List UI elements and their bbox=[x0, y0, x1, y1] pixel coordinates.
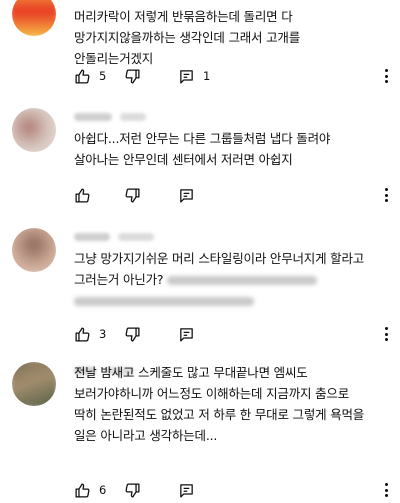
avatar[interactable] bbox=[12, 108, 56, 152]
like-count: 5 bbox=[99, 69, 107, 83]
thumbs-up-icon bbox=[75, 187, 90, 203]
more-vert-icon[interactable] bbox=[378, 68, 394, 84]
thumbs-down-icon bbox=[125, 68, 140, 84]
reply-button[interactable] bbox=[178, 324, 218, 344]
comment-icon bbox=[180, 188, 193, 203]
timestamp-blurred bbox=[120, 113, 146, 121]
reply-button[interactable]: 1 bbox=[178, 66, 218, 86]
thumbs-down-icon bbox=[125, 187, 140, 203]
comment-icon bbox=[180, 327, 193, 342]
comment-actions bbox=[74, 185, 218, 205]
thumbs-up-icon bbox=[75, 482, 90, 498]
like-button[interactable]: 3 bbox=[74, 324, 124, 344]
more-vert-icon[interactable] bbox=[378, 187, 394, 203]
author-name-blurred[interactable] bbox=[74, 233, 110, 241]
comment-icon bbox=[180, 483, 193, 498]
comment-actions: 5 1 bbox=[74, 66, 218, 86]
like-count: 6 bbox=[99, 483, 107, 497]
dislike-button[interactable] bbox=[124, 66, 178, 86]
author-name-blurred[interactable] bbox=[74, 113, 112, 121]
comment-icon bbox=[180, 69, 193, 84]
like-button[interactable] bbox=[74, 185, 124, 205]
comment-3: 그냥 망가지기쉬운 머리 스타일링이라 안무너지게 할라고 그러는거 아닌가? … bbox=[0, 218, 400, 348]
reply-count: 1 bbox=[203, 69, 211, 83]
comment-meta bbox=[74, 112, 146, 122]
comment-text: 머리카락이 저렇게 반묶음하는데 돌리면 다 망가지지않을까하는 생각인데 그래… bbox=[74, 9, 301, 66]
thumbs-up-icon bbox=[75, 68, 90, 84]
comment-actions: 3 bbox=[74, 324, 218, 344]
comment-text: 그냥 망가지기쉬운 머리 스타일링이라 안무너지게 할라고 그러는거 아닌가? bbox=[74, 248, 374, 311]
comment-meta bbox=[74, 232, 154, 242]
like-button[interactable]: 5 bbox=[74, 66, 124, 86]
more-vert-icon[interactable] bbox=[378, 326, 394, 342]
comment-actions: 6 bbox=[74, 480, 218, 500]
blurred-text bbox=[167, 276, 318, 285]
blurred-text bbox=[74, 297, 254, 306]
comment-text: 아쉽다...저런 안무는 다른 그룹들처럼 냅다 돌려야 살아나는 안무인데 센… bbox=[74, 131, 331, 167]
thumbs-up-icon bbox=[75, 326, 90, 342]
dislike-button[interactable] bbox=[124, 324, 178, 344]
dislike-button[interactable] bbox=[124, 185, 178, 205]
comment-text: 전날 밤새고 스케줄도 많고 무대끝나면 엠씨도 보러가야하니까 어느정도 이해… bbox=[74, 365, 365, 443]
more-vert-icon[interactable] bbox=[378, 482, 394, 498]
avatar[interactable] bbox=[12, 0, 56, 36]
thumbs-down-icon bbox=[125, 482, 140, 498]
avatar[interactable] bbox=[12, 228, 56, 272]
reply-button[interactable] bbox=[178, 480, 218, 500]
like-count: 3 bbox=[99, 327, 107, 341]
like-button[interactable]: 6 bbox=[74, 480, 124, 500]
reply-button[interactable] bbox=[178, 185, 218, 205]
comment-1: 머리카락이 저렇게 반묶음하는데 돌리면 다 망가지지않을까하는 생각인데 그래… bbox=[0, 0, 400, 100]
timestamp-blurred bbox=[118, 233, 154, 241]
thumbs-down-icon bbox=[125, 326, 140, 342]
comment-2: 아쉽다...저런 안무는 다른 그룹들처럼 냅다 돌려야 살아나는 안무인데 센… bbox=[0, 100, 400, 218]
dislike-button[interactable] bbox=[124, 480, 178, 500]
comment-4: 전날 밤새고 스케줄도 많고 무대끝나면 엠씨도 보러가야하니까 어느정도 이해… bbox=[0, 350, 400, 503]
avatar[interactable] bbox=[12, 362, 56, 406]
